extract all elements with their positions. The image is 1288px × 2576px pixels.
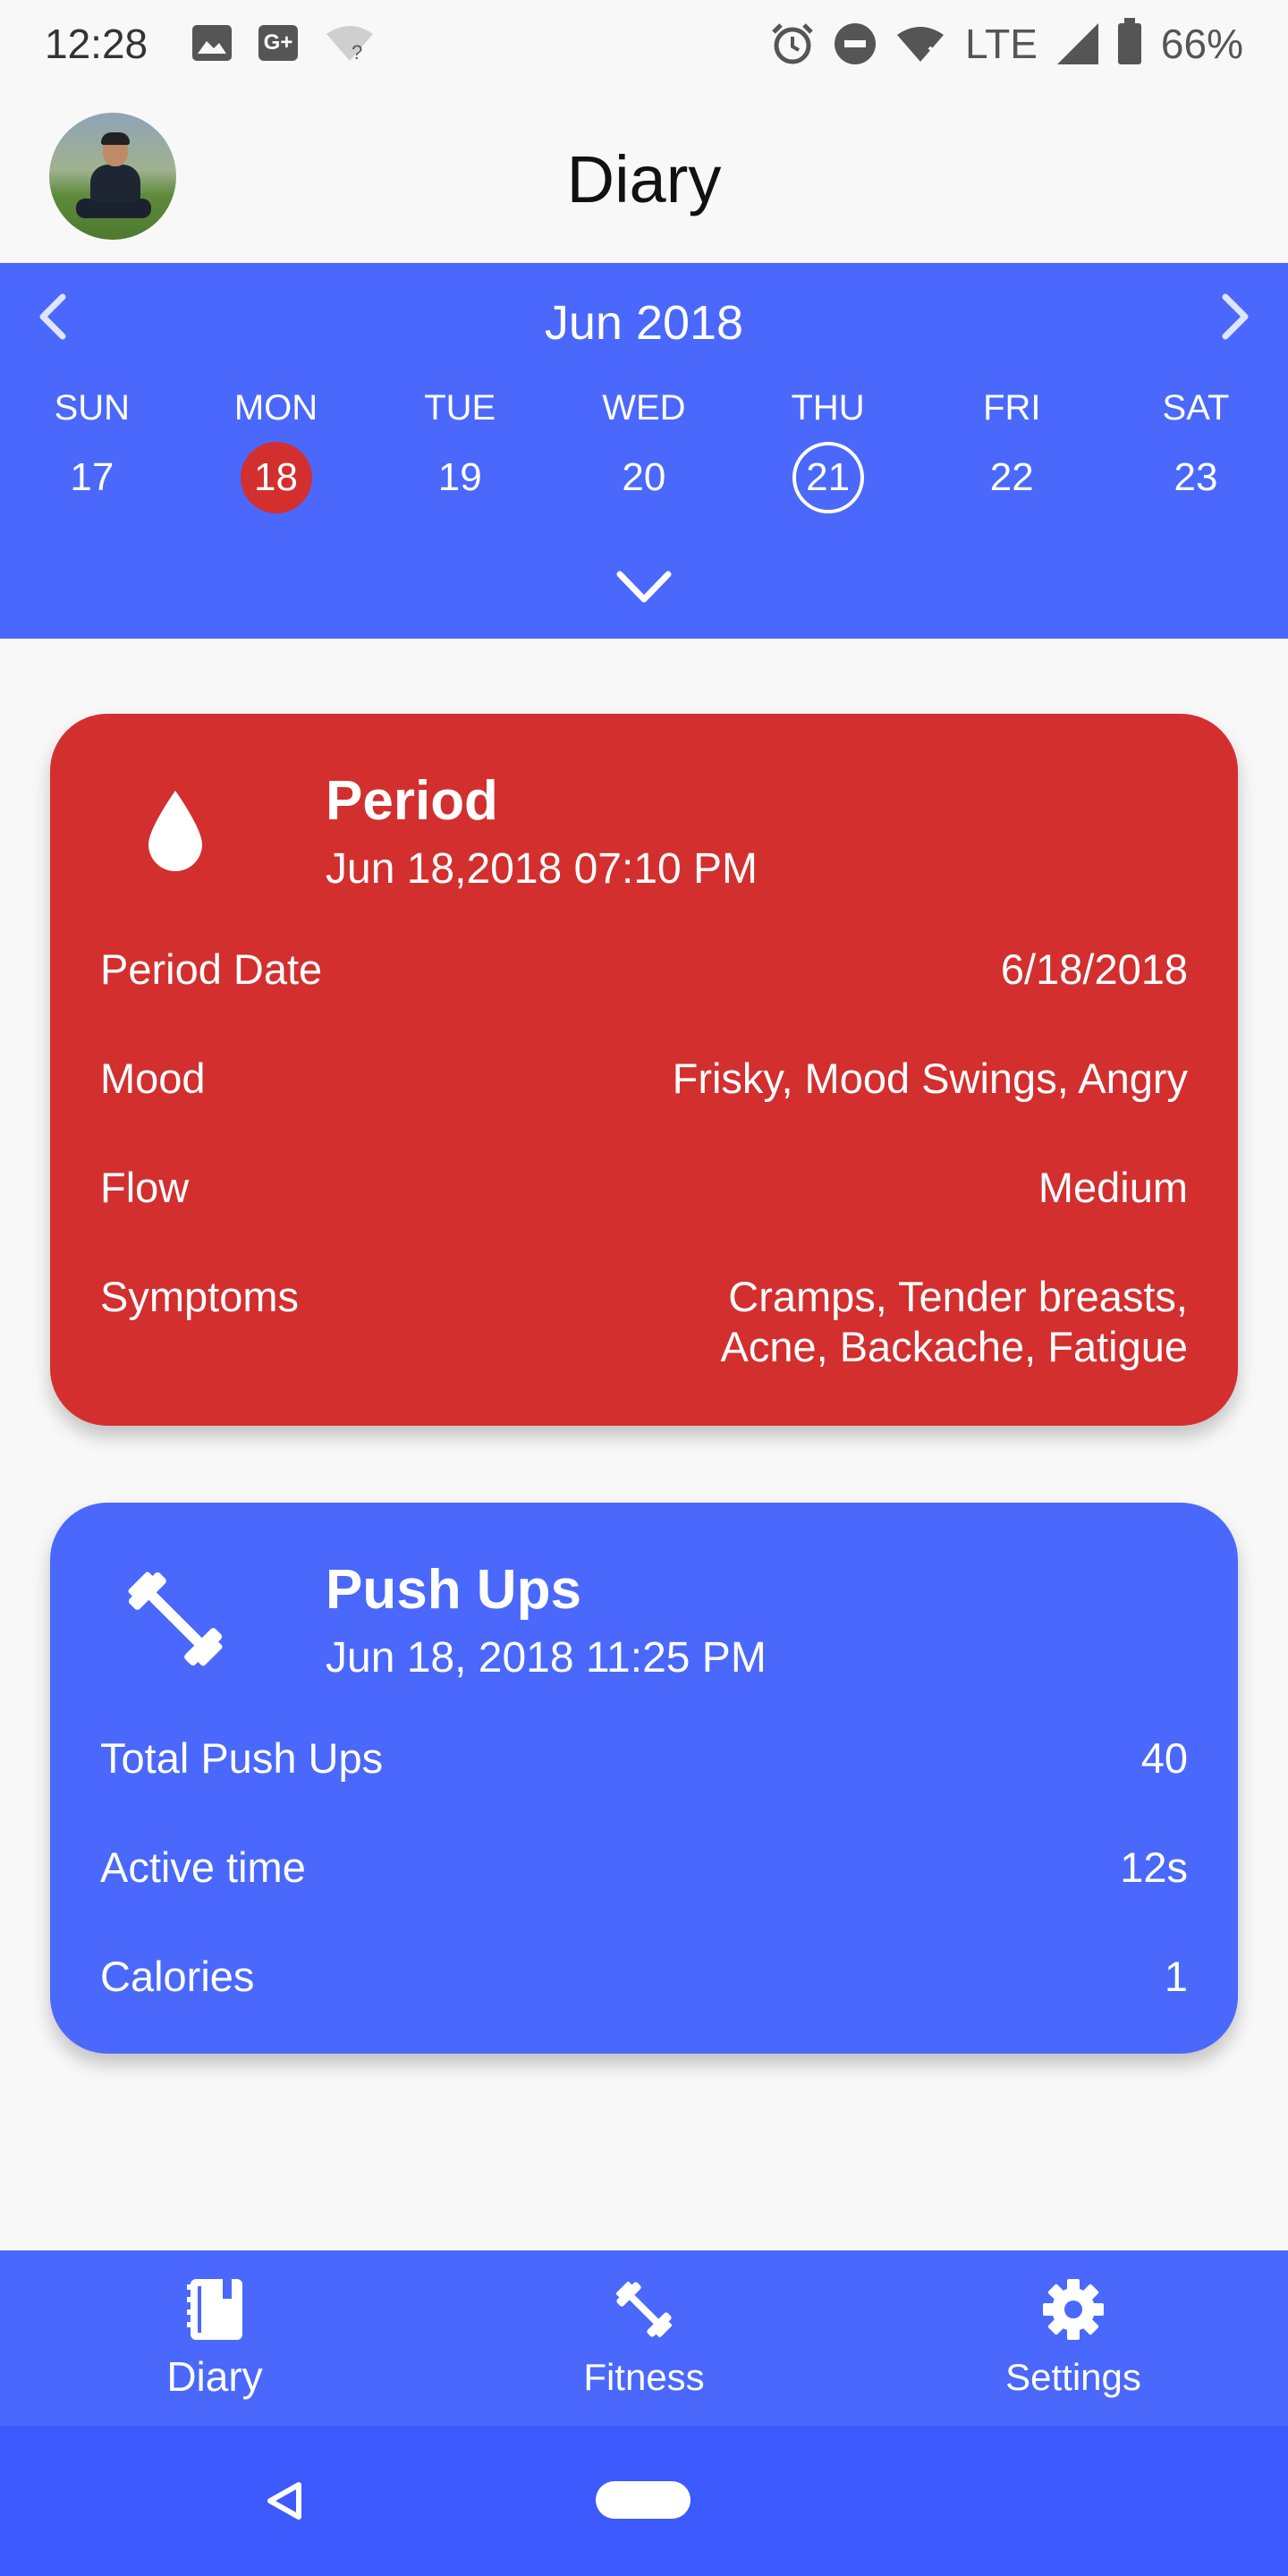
row-value: Cramps, Tender breasts, Acne, Backache, … [720, 1273, 1188, 1370]
card-title: Period [326, 770, 498, 832]
card-row: Active time 12s [100, 1843, 1188, 1893]
calendar-date-selected[interactable]: 18 [184, 442, 369, 513]
row-label: Active time [100, 1843, 306, 1891]
calendar-date-label: 17 [70, 455, 114, 499]
weekday-label: WED [602, 388, 686, 428]
app-header: Diary [0, 89, 1288, 263]
calendar-date-label: 22 [989, 455, 1034, 499]
home-pill-icon[interactable] [596, 2481, 691, 2519]
nav-label: Fitness [583, 2356, 705, 2398]
calendar-date-today[interactable]: 21 [736, 442, 920, 513]
nav-item-diary[interactable]: Diary [0, 2250, 429, 2426]
period-card[interactable]: Period Jun 18,2018 07:10 PM Period Date … [50, 714, 1238, 1426]
card-row: Symptoms Cramps, Tender breasts, Acne, B… [100, 1272, 1188, 1372]
calendar-month: Jun 2018 [544, 296, 744, 350]
row-value: 40 [1140, 1734, 1188, 1782]
image-icon [192, 25, 232, 61]
system-navigation-bar [0, 2426, 1288, 2576]
row-value: 1 [1164, 1953, 1188, 2000]
nav-label: Settings [1005, 2356, 1141, 2398]
calendar-date-label: 20 [622, 455, 666, 499]
card-datetime: Jun 18,2018 07:10 PM [326, 845, 758, 893]
svg-text:?: ? [352, 41, 362, 63]
dumbbell-icon [128, 1572, 223, 1666]
nav-item-settings[interactable]: Settings [859, 2250, 1288, 2426]
wifi-unknown-icon: ? [326, 26, 373, 63]
card-row: Flow Medium [100, 1163, 1188, 1213]
battery-icon [1117, 18, 1141, 64]
signal-icon [1056, 23, 1098, 64]
status-left-icons: G+ ? [192, 23, 375, 63]
weekday-label: SAT [1162, 388, 1230, 428]
network-type: LTE [964, 21, 1038, 67]
card-row: Total Push Ups 40 [100, 1733, 1188, 1784]
card-row: Period Date 6/18/2018 [100, 945, 1188, 995]
google-plus-icon: G+ [258, 25, 298, 61]
calendar-date-label: 19 [437, 455, 482, 499]
row-value: Medium [1038, 1164, 1188, 1211]
chevron-down-icon[interactable] [613, 565, 675, 610]
gear-icon [1043, 2279, 1104, 2340]
row-label: Symptoms [100, 1273, 299, 1320]
alarm-icon [772, 23, 813, 64]
weekday-label: SUN [54, 388, 131, 428]
weekday-label: THU [791, 388, 865, 428]
pushups-card[interactable]: Push Ups Jun 18, 2018 11:25 PM Total Pus… [50, 1503, 1238, 2054]
status-bar: 12:28 G+ ? LTE 66% [0, 0, 1288, 89]
card-title: Push Ups [326, 1559, 581, 1621]
wifi-icon [896, 27, 944, 62]
status-right-icons: LTE 66% [770, 18, 1243, 68]
calendar-date[interactable]: 17 [0, 442, 184, 513]
card-row: Calories 1 [100, 1952, 1188, 2002]
back-icon[interactable] [265, 2479, 304, 2522]
row-value: 12s [1120, 1843, 1188, 1891]
calendar-date-label: 21 [792, 442, 864, 513]
do-not-disturb-icon [834, 23, 876, 64]
row-value: Frisky, Mood Swings, Angry [672, 1055, 1188, 1102]
weekday-label: FRI [983, 388, 1041, 428]
bottom-navigation: Diary Fitness Settings [0, 2250, 1288, 2426]
dumbbell-icon [616, 2282, 672, 2337]
status-time: 12:28 [45, 21, 148, 67]
weekday-label: TUE [424, 388, 496, 428]
nav-label: Diary [166, 2353, 263, 2400]
row-label: Total Push Ups [100, 1734, 384, 1782]
calendar-date[interactable]: 20 [552, 442, 736, 513]
calendar-date[interactable]: 19 [368, 442, 552, 513]
row-label: Calories [100, 1953, 255, 2000]
weekday-label: MON [233, 388, 318, 428]
row-value: 6/18/2018 [1000, 945, 1188, 993]
calendar-date-label: 18 [240, 442, 312, 513]
week-calendar: Jun 2018 SUN MON TUE WED THU FRI SAT 17 … [0, 263, 1288, 639]
chevron-right-icon[interactable] [1208, 290, 1261, 343]
calendar-date[interactable]: 23 [1104, 442, 1288, 513]
battery-level: 66% [1160, 21, 1243, 67]
nav-item-fitness[interactable]: Fitness [429, 2250, 859, 2426]
diary-icon [187, 2279, 242, 2340]
date-row: 17 18 19 20 21 22 23 [0, 442, 1288, 513]
row-label: Flow [100, 1164, 190, 1211]
weekday-labels: SUN MON TUE WED THU FRI SAT [0, 388, 1288, 428]
row-label: Period Date [100, 945, 323, 993]
calendar-date-label: 23 [1174, 455, 1218, 499]
page-title: Diary [566, 142, 722, 216]
card-datetime: Jun 18, 2018 11:25 PM [326, 1634, 767, 1682]
calendar-date[interactable]: 22 [919, 442, 1104, 513]
card-row: Mood Frisky, Mood Swings, Angry [100, 1054, 1188, 1104]
row-label: Mood [100, 1055, 206, 1102]
drop-icon [148, 791, 202, 871]
